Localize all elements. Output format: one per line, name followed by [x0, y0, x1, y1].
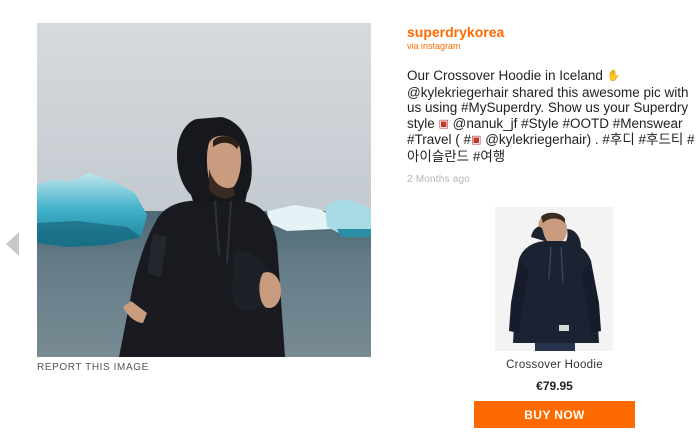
iceland-photo-illustration	[37, 23, 371, 357]
post-source: via instagram	[407, 41, 461, 51]
product-price: €79.95	[536, 379, 573, 393]
shoppable-post-widget: REPORT THIS IMAGE superdrykorea via inst…	[0, 0, 700, 439]
hand-icon: ✋	[606, 70, 621, 82]
product-image[interactable]	[495, 207, 613, 351]
camera-icon: ▣	[438, 117, 449, 130]
previous-arrow-icon[interactable]	[6, 232, 19, 256]
post-photo[interactable]	[37, 23, 371, 357]
buy-now-button[interactable]: BUY NOW	[474, 401, 635, 428]
camera-icon: ▣	[471, 134, 482, 147]
post-timestamp: 2 Months ago	[407, 173, 470, 185]
product-name[interactable]: Crossover Hoodie	[474, 359, 635, 371]
caption-text: Our Crossover Hoodie in Iceland	[407, 68, 607, 83]
post-username[interactable]: superdrykorea	[407, 24, 697, 40]
hoodie-product-illustration	[495, 207, 613, 351]
report-image-link[interactable]: REPORT THIS IMAGE	[37, 362, 149, 373]
post-caption: Our Crossover Hoodie in Iceland ✋ @kylek…	[407, 68, 697, 165]
post-details: superdrykorea via instagram Our Crossove…	[407, 24, 697, 185]
